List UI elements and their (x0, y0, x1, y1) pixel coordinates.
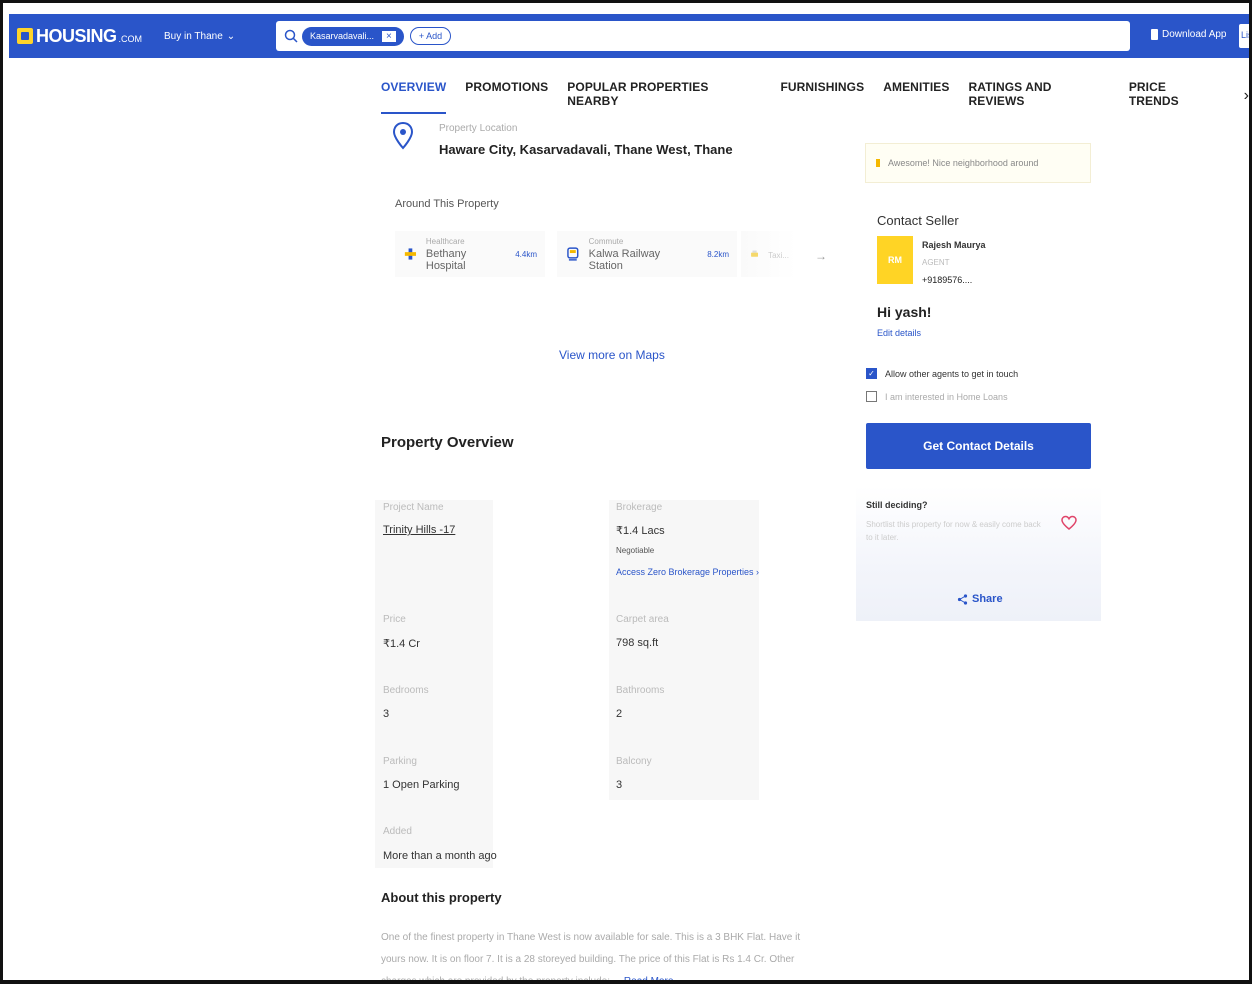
allow-agents-checkbox[interactable]: ✓ (866, 368, 877, 379)
hospital-icon (404, 248, 417, 260)
read-more-link[interactable]: Read More (624, 976, 673, 980)
still-deciding-title: Still deciding? (866, 500, 928, 510)
city-dropdown-label: Buy in Thane (164, 30, 223, 42)
bathrooms-label: Bathrooms (616, 685, 665, 696)
overview-column-bg (375, 500, 493, 868)
added-value: More than a month ago (383, 850, 497, 862)
home-loans-label: I am interested in Home Loans (885, 391, 1008, 402)
about-text-body: One of the finest property in Thane West… (381, 932, 801, 984)
heart-icon[interactable] (1061, 515, 1077, 531)
download-app-label: Download App (1162, 29, 1227, 40)
close-icon[interactable]: × (382, 30, 396, 42)
zero-brokerage-link[interactable]: Access Zero Brokerage Properties › (616, 567, 759, 577)
place-name: Kalwa Railway Station (588, 247, 661, 272)
share-icon (957, 593, 968, 605)
logo-icon (17, 28, 33, 44)
arrow-right-icon[interactable]: → (815, 249, 827, 263)
view-more-on-maps-link[interactable]: View more on Maps (559, 348, 665, 362)
tab-price-trends[interactable]: PRICE TRENDS (1129, 78, 1219, 114)
place-category: Commute (588, 236, 624, 246)
brokerage-label: Brokerage (616, 502, 663, 513)
user-greeting: Hi yash! (877, 304, 932, 320)
nearby-place-card[interactable]: Taxi... (741, 231, 797, 277)
location-pin-icon (392, 121, 414, 150)
logo-subtext: .COM (118, 34, 143, 44)
carpet-area-label: Carpet area (616, 614, 669, 625)
place-distance: 8.2km (707, 249, 729, 259)
property-overview-title: Property Overview (381, 434, 514, 451)
edit-details-link[interactable]: Edit details (877, 328, 921, 338)
search-chip-label: Kasarvadavali... (310, 31, 375, 41)
tab-ratings-and-reviews[interactable]: RATINGS AND REVIEWS (968, 78, 1109, 114)
brokerage-note: Negotiable (616, 546, 655, 555)
search-icon (284, 29, 298, 43)
add-location-button[interactable]: + Add (409, 27, 452, 45)
tab-popular-properties-nearby[interactable]: POPULAR PROPERTIES NEARBY (567, 78, 761, 114)
banner-accent-icon (876, 159, 880, 167)
bedrooms-value: 3 (383, 708, 390, 720)
place-category: Healthcare (425, 236, 465, 246)
seller-role: AGENT (922, 258, 950, 267)
carpet-area-value: 798 sq.ft (616, 637, 659, 649)
still-deciding-subtitle: Shortlist this property for now & easily… (866, 520, 1041, 542)
tab-furnishings[interactable]: FURNISHINGS (780, 78, 864, 114)
share-label: Share (972, 593, 1003, 605)
search-location-chip[interactable]: Kasarvadavali... × (302, 26, 404, 46)
phone-icon (1151, 29, 1158, 40)
added-label: Added (383, 826, 412, 837)
around-property-title: Around This Property (395, 198, 499, 210)
seller-name: Rajesh Maurya (922, 240, 986, 250)
balcony-value: 3 (616, 779, 623, 791)
search-bar[interactable]: Kasarvadavali... × + Add (276, 21, 1130, 51)
tab-overview[interactable]: OVERVIEW (381, 78, 447, 114)
property-address: Haware City, Kasarvadavali, Thane West, … (439, 142, 733, 157)
contact-seller-title: Contact Seller (877, 213, 959, 228)
seller-avatar: RM (877, 236, 913, 284)
logo-text: HOUSING (36, 25, 117, 46)
list-property-button[interactable]: List (1239, 24, 1249, 48)
section-tabs: OVERVIEW PROMOTIONS POPULAR PROPERTIES N… (381, 78, 1249, 114)
property-location-label: Property Location (439, 123, 518, 134)
about-property-title: About this property (381, 890, 502, 905)
place-name: Taxi... (768, 250, 789, 260)
allow-agents-label: Allow other agents to get in touch (885, 368, 1019, 379)
train-icon (567, 247, 579, 261)
tab-amenities[interactable]: AMENITIES (883, 78, 949, 114)
download-app-link[interactable]: Download App (1151, 29, 1227, 40)
project-name-label: Project Name (383, 502, 444, 513)
chevron-down-icon: ⌄ (226, 30, 236, 42)
allow-agents-checkbox-row[interactable]: ✓ Allow other agents to get in touch (866, 368, 1018, 379)
neighborhood-banner: Awesome! Nice neighborhood around (865, 143, 1091, 183)
overview-column-bg (609, 500, 759, 800)
brokerage-value: ₹1.4 Lacs (616, 525, 665, 537)
tab-promotions[interactable]: PROMOTIONS (465, 78, 548, 114)
banner-text: Awesome! Nice neighborhood around (888, 158, 1039, 168)
place-name: Bethany Hospital (425, 247, 467, 272)
page-frame: HOUSING .COM Buy in Thane ⌄ Kasarvadaval… (0, 0, 1252, 984)
get-contact-details-button[interactable]: Get Contact Details (866, 423, 1091, 469)
bedrooms-label: Bedrooms (383, 685, 429, 696)
nearby-place-card[interactable]: Healthcare Bethany Hospital 4.4km (395, 231, 545, 277)
seller-phone: +9189576.... (922, 275, 973, 285)
housing-logo[interactable]: HOUSING .COM (17, 26, 142, 47)
home-loans-checkbox[interactable] (866, 391, 877, 402)
top-navbar: HOUSING .COM Buy in Thane ⌄ Kasarvadaval… (9, 14, 1249, 58)
city-dropdown[interactable]: Buy in Thane ⌄ (164, 31, 235, 42)
parking-value: 1 Open Parking (383, 779, 460, 791)
share-button[interactable]: Share (957, 593, 1003, 605)
chevron-right-icon[interactable]: › (1244, 87, 1249, 105)
parking-label: Parking (383, 756, 417, 767)
about-property-text: One of the finest property in Thane West… (381, 927, 811, 984)
price-value: ₹1.4 Cr (383, 638, 420, 650)
place-distance: 4.4km (515, 249, 537, 259)
home-loans-checkbox-row[interactable]: I am interested in Home Loans (866, 391, 1008, 402)
balcony-label: Balcony (616, 756, 652, 767)
taxi-icon (751, 250, 759, 257)
bathrooms-value: 2 (616, 708, 623, 720)
project-name-link[interactable]: Trinity Hills -17 (383, 524, 455, 536)
price-label: Price (383, 614, 406, 625)
nearby-place-card[interactable]: Commute Kalwa Railway Station 8.2km (557, 231, 737, 277)
